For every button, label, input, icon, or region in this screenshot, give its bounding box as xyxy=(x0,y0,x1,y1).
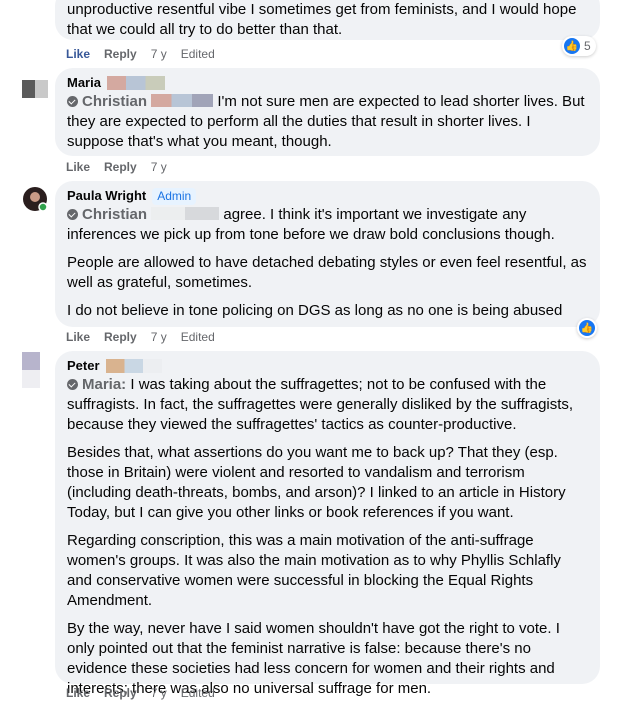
comment-actions: Like Reply 7 y Edited xyxy=(66,330,215,344)
admin-badge: Admin xyxy=(152,187,197,205)
edited-label[interactable]: Edited xyxy=(181,47,215,61)
comment-text: People are allowed to have detached deba… xyxy=(67,254,587,291)
comment-actions: Like Reply 7 y Edited xyxy=(66,47,215,61)
comment-text: Regarding conscription, this was a main … xyxy=(67,532,561,609)
avatar-pixelated-icon xyxy=(22,80,48,98)
author-name[interactable]: Paula Wright xyxy=(67,187,146,205)
comment-text: I do not believe in tone policing on DGS… xyxy=(67,302,563,319)
comment-text: unproductive resentful vibe I sometimes … xyxy=(67,1,577,38)
comment-text: Christian I'm not sure men are expected … xyxy=(67,93,585,150)
mention-link[interactable]: Christian xyxy=(67,93,147,110)
timestamp[interactable]: 7 y xyxy=(151,47,167,61)
timestamp[interactable]: 7 y xyxy=(151,686,167,700)
avatar[interactable] xyxy=(22,80,48,98)
avatar[interactable] xyxy=(22,352,40,388)
like-reaction-icon: 👍 xyxy=(579,320,595,336)
check-circle-icon xyxy=(67,96,78,107)
redacted-name xyxy=(151,94,214,107)
check-circle-icon xyxy=(67,209,78,220)
comment-bubble: Maria Christian I'm not sure men are exp… xyxy=(55,68,600,156)
comment-bubble: Peter Maria: I was taking about the suff… xyxy=(55,351,600,697)
redacted-name xyxy=(106,76,165,90)
like-reaction-icon: 👍 xyxy=(564,38,580,54)
author-name[interactable]: Maria xyxy=(67,74,101,92)
avatar-pixelated-icon xyxy=(22,352,40,388)
author-name[interactable]: Peter xyxy=(67,357,100,375)
like-button[interactable]: Like xyxy=(66,686,90,700)
edited-label[interactable]: Edited xyxy=(181,686,215,700)
timestamp[interactable]: 7 y xyxy=(151,330,167,344)
comment-actions: Like Reply 7 y Edited xyxy=(66,686,215,700)
reply-button[interactable]: Reply xyxy=(104,160,137,174)
mention-link[interactable]: Maria: xyxy=(67,376,126,393)
comment-actions: Like Reply 7 y xyxy=(66,160,167,174)
like-button[interactable]: Like xyxy=(66,47,90,61)
comment-text: Christian agree. I think it's important … xyxy=(67,206,555,243)
comment-bubble: unproductive resentful vibe I sometimes … xyxy=(55,0,600,40)
timestamp[interactable]: 7 y xyxy=(151,160,167,174)
profile-photo-icon xyxy=(23,187,48,212)
redacted-name xyxy=(105,359,162,373)
avatar[interactable] xyxy=(22,186,48,212)
reply-button[interactable]: Reply xyxy=(104,686,137,700)
like-button[interactable]: Like xyxy=(66,330,90,344)
comment-text: Besides that, what assertions do you wan… xyxy=(67,444,566,521)
reaction-count: 5 xyxy=(584,39,591,53)
redacted-name xyxy=(151,207,220,220)
edited-label[interactable]: Edited xyxy=(181,330,215,344)
mention-link[interactable]: Christian xyxy=(67,206,147,223)
reply-button[interactable]: Reply xyxy=(104,330,137,344)
like-button[interactable]: Like xyxy=(66,160,90,174)
comment-author: Maria xyxy=(67,74,588,92)
comment-author: Paula Wright Admin xyxy=(67,187,588,205)
reaction-summary[interactable]: 👍 5 xyxy=(562,36,596,56)
reaction-summary[interactable]: 👍 xyxy=(577,318,597,338)
check-circle-icon xyxy=(67,379,78,390)
comment-author: Peter xyxy=(67,357,588,375)
comment-bubble: Paula Wright Admin Christian agree. I th… xyxy=(55,181,600,327)
comment-text: Maria: I was taking about the suffragett… xyxy=(67,376,574,433)
reply-button[interactable]: Reply xyxy=(104,47,137,61)
